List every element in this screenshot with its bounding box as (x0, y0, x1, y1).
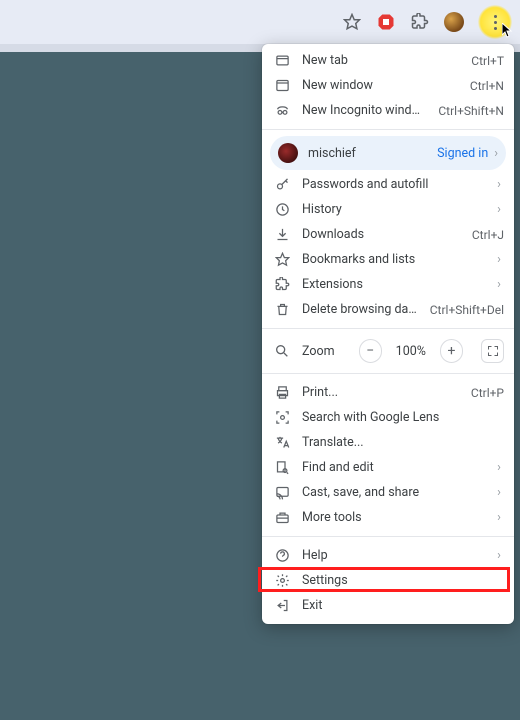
kebab-menu-button[interactable] (478, 5, 512, 39)
profile-name: mischief (308, 146, 437, 161)
kebab-icon (494, 15, 497, 30)
chevron-right-icon: › (494, 548, 504, 563)
history-icon (274, 202, 290, 218)
bookmark-star-icon (274, 252, 290, 268)
star-icon[interactable] (342, 12, 362, 32)
chevron-right-icon: › (494, 202, 504, 217)
key-icon (274, 177, 290, 193)
cast-icon (274, 485, 290, 501)
menu-accel: Ctrl+Shift+Del (430, 303, 504, 317)
chevron-right-icon: › (494, 146, 498, 161)
chevron-right-icon: › (494, 252, 504, 267)
find-icon (274, 460, 290, 476)
menu-label: More tools (302, 510, 482, 525)
menu-item-find-edit[interactable]: Find and edit › (262, 455, 514, 480)
menu-item-cast-save-share[interactable]: Cast, save, and share › (262, 480, 514, 505)
menu-label: Bookmarks and lists (302, 252, 482, 267)
menu-label: Find and edit (302, 460, 482, 475)
print-icon (274, 385, 290, 401)
menu-separator (262, 129, 514, 130)
menu-item-incognito[interactable]: New Incognito window Ctrl+Shift+N (262, 98, 514, 123)
menu-item-translate[interactable]: Translate... (262, 430, 514, 455)
chevron-right-icon: › (494, 510, 504, 525)
menu-separator (262, 536, 514, 537)
menu-item-new-tab[interactable]: New tab Ctrl+T (262, 48, 514, 73)
menu-item-exit[interactable]: Exit (262, 593, 514, 618)
extensions-icon[interactable] (410, 12, 430, 32)
menu-label: Downloads (302, 227, 460, 242)
menu-label: Exit (302, 598, 504, 613)
menu-accel: Ctrl+J (472, 228, 504, 242)
menu-item-history[interactable]: History › (262, 197, 514, 222)
fullscreen-icon (487, 345, 499, 357)
puzzle-icon (274, 277, 290, 293)
chrome-main-menu: New tab Ctrl+T New window Ctrl+N New Inc… (262, 44, 514, 624)
menu-accel: Ctrl+Shift+N (438, 104, 504, 118)
menu-item-delete-data[interactable]: Delete browsing data... Ctrl+Shift+Del (262, 297, 514, 322)
menu-label: Help (302, 548, 482, 563)
toolbox-icon (274, 510, 290, 526)
menu-accel: Ctrl+P (471, 386, 504, 400)
adblock-icon[interactable] (376, 12, 396, 32)
magnifier-icon (274, 343, 290, 359)
menu-label: Cast, save, and share (302, 485, 482, 500)
menu-item-more-tools[interactable]: More tools › (262, 505, 514, 530)
menu-label: Translate... (302, 435, 504, 450)
lens-icon (274, 410, 290, 426)
incognito-icon (274, 103, 290, 119)
profile-avatar-toolbar[interactable] (444, 12, 464, 32)
menu-accel: Ctrl+T (471, 54, 504, 68)
zoom-in-button[interactable]: + (440, 339, 463, 363)
mouse-cursor (502, 23, 514, 39)
menu-item-help[interactable]: Help › (262, 543, 514, 568)
menu-item-new-window[interactable]: New window Ctrl+N (262, 73, 514, 98)
chevron-right-icon: › (494, 277, 504, 292)
menu-profile-row[interactable]: mischief Signed in › (270, 136, 506, 170)
menu-item-google-lens[interactable]: Search with Google Lens (262, 405, 514, 430)
trash-icon (274, 302, 290, 318)
menu-label: Extensions (302, 277, 482, 292)
profile-status: Signed in (437, 146, 488, 161)
exit-icon (274, 598, 290, 614)
menu-item-passwords[interactable]: Passwords and autofill › (262, 172, 514, 197)
browser-toolbar (0, 0, 520, 44)
menu-label: Passwords and autofill (302, 177, 482, 192)
help-icon (274, 548, 290, 564)
profile-avatar (278, 143, 298, 163)
menu-item-print[interactable]: Print... Ctrl+P (262, 380, 514, 405)
menu-item-bookmarks[interactable]: Bookmarks and lists › (262, 247, 514, 272)
menu-label: History (302, 202, 482, 217)
menu-item-settings[interactable]: Settings (262, 568, 514, 593)
new-tab-icon (274, 53, 290, 69)
zoom-out-button[interactable]: − (359, 339, 382, 363)
chevron-right-icon: › (494, 460, 504, 475)
menu-label: Settings (302, 573, 504, 588)
fullscreen-button[interactable] (481, 339, 504, 363)
zoom-value: 100% (394, 344, 428, 359)
menu-item-downloads[interactable]: Downloads Ctrl+J (262, 222, 514, 247)
gear-icon (274, 573, 290, 589)
menu-label: Search with Google Lens (302, 410, 504, 425)
menu-label: New window (302, 78, 458, 93)
download-icon (274, 227, 290, 243)
menu-label: Delete browsing data... (302, 302, 418, 317)
menu-zoom-row: Zoom − 100% + (262, 335, 514, 367)
zoom-label: Zoom (302, 344, 335, 359)
translate-icon (274, 435, 290, 451)
menu-label: New Incognito window (302, 103, 426, 118)
menu-accel: Ctrl+N (470, 79, 504, 93)
chevron-right-icon: › (494, 485, 504, 500)
menu-separator (262, 328, 514, 329)
chevron-right-icon: › (494, 177, 504, 192)
menu-separator (262, 373, 514, 374)
new-window-icon (274, 78, 290, 94)
menu-label: Print... (302, 385, 459, 400)
menu-item-extensions[interactable]: Extensions › (262, 272, 514, 297)
menu-label: New tab (302, 53, 459, 68)
